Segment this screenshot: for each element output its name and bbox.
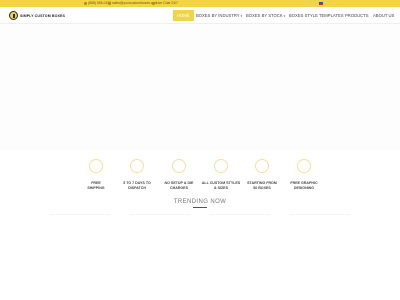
hero-banner [0,24,400,150]
top-info-bar: (888) 555-0199 sales@yourcustomboxes.com… [0,0,400,7]
tag-icon [172,159,186,173]
logo-text: SIMPLY CUSTOM BOXES [20,13,65,18]
main-navbar: SIMPLY CUSTOM BOXES HOME BOXES BY INDUST… [0,7,400,24]
product-card[interactable] [130,214,190,300]
nav-item-home[interactable]: HOME [173,10,194,21]
nav-item-about-us[interactable]: ABOUT US [373,10,394,21]
feature-free-design: FREE GRAPHIC DESIGNING [284,159,324,191]
feature-minimum-order: STARTING FROM 50 BOXES [242,159,282,191]
chat-icon [152,1,155,5]
nav-item-boxes-by-stock[interactable]: BOXES BY STOCK▾ [246,10,285,21]
nav-label: PRODUCTS [345,13,369,18]
feature-dispatch: 5 TO 7 DAYS TO DISPATCH [117,159,157,191]
shipping-icon [89,159,103,173]
nav-item-boxes-by-industry[interactable]: BOXES BY INDUSTRY▾ [196,10,242,21]
nav-item-products[interactable]: PRODUCTS [345,10,369,21]
feature-custom-styles: ALL CUSTOM STYLES & SIZES [201,159,241,191]
chevron-down-icon: ▾ [240,14,243,18]
clock-icon [130,159,144,173]
feature-free-shipping: FREE SHIPPING [76,159,116,191]
nav-label: HOME [177,13,190,18]
email-icon [108,1,111,5]
feature-label: 5 TO 7 DAYS TO DISPATCH [123,181,151,190]
chat-info[interactable]: Live Chat 24/7 [152,1,178,5]
feature-no-setup-charges: NO SETUP & DIE CHARGES [159,159,199,191]
feature-label: NO SETUP & DIE CHARGES [164,181,194,190]
logo-icon [9,11,18,20]
pen-icon [297,159,311,173]
trending-title: TRENDING NOW [173,199,227,205]
product-card[interactable] [50,214,110,300]
email-text: sales@yourcustomboxes.com [112,1,158,5]
nav-item-box-style-templates[interactable]: BOXES STYLE TEMPLATES [289,10,344,21]
trending-section: TRENDING NOW [0,199,400,208]
trending-products [50,214,350,300]
nav-label: BOXES BY INDUSTRY [196,13,240,18]
feature-label: STARTING FROM 50 BOXES [247,181,277,190]
features-row: FREE SHIPPING 5 TO 7 DAYS TO DISPATCH NO S… [0,150,400,200]
stack-icon [255,159,269,173]
nav-label: BOXES STYLE TEMPLATES [289,13,344,18]
site-logo[interactable]: SIMPLY CUSTOM BOXES [9,10,65,21]
title-divider [193,207,207,208]
product-card[interactable] [210,214,270,300]
nav-label: ABOUT US [373,13,395,18]
phone-icon [84,1,87,5]
language-flag-icon[interactable] [319,1,323,5]
chevron-down-icon: ▾ [283,14,286,18]
feature-label: FREE SHIPPING [87,181,105,190]
box-icon [214,159,228,173]
chat-text: Live Chat 24/7 [156,1,178,5]
feature-label: ALL CUSTOM STYLES & SIZES [201,181,241,190]
product-card[interactable] [290,214,350,300]
nav-label: BOXES BY STOCK [246,13,283,18]
feature-label: FREE GRAPHIC DESIGNING [290,181,318,190]
email-info[interactable]: sales@yourcustomboxes.com [108,1,157,5]
